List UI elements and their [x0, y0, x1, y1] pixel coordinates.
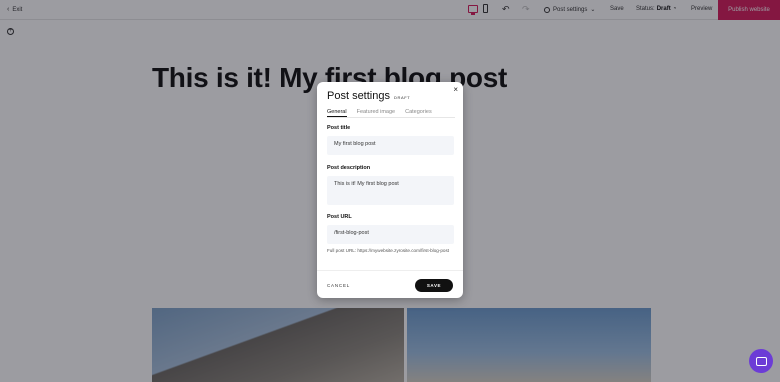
modal-tabs: General Featured image Categories: [327, 109, 455, 118]
cancel-button[interactable]: CANCEL: [327, 283, 350, 288]
full-url-help-text: Full post URL: https://mywebsite.zyrosit…: [327, 248, 450, 253]
save-button-label: SAVE: [426, 283, 442, 288]
post-title-label: Post title: [327, 125, 351, 131]
modal-header: Post settings DRAFT: [327, 90, 410, 102]
modal-title: Post settings: [327, 90, 390, 102]
chat-icon: [755, 356, 767, 366]
post-url-label: Post URL: [327, 214, 352, 220]
modal-footer: CANCEL SAVE: [317, 270, 463, 298]
post-description-label: Post description: [327, 165, 371, 171]
post-description-textarea[interactable]: This is it! My first blog post: [327, 176, 454, 205]
tab-categories[interactable]: Categories: [405, 109, 432, 117]
post-settings-modal: × Post settings DRAFT General Featured i…: [317, 82, 463, 298]
tab-general[interactable]: General: [327, 109, 347, 117]
post-url-input[interactable]: /first-blog-post: [327, 225, 454, 244]
post-title-input[interactable]: My first blog post: [327, 136, 454, 155]
close-icon[interactable]: ×: [453, 86, 458, 94]
save-button[interactable]: SAVE: [415, 279, 453, 292]
chat-launcher-button[interactable]: [749, 349, 773, 373]
draft-badge: DRAFT: [393, 95, 411, 100]
tab-featured-image[interactable]: Featured image: [357, 109, 396, 117]
